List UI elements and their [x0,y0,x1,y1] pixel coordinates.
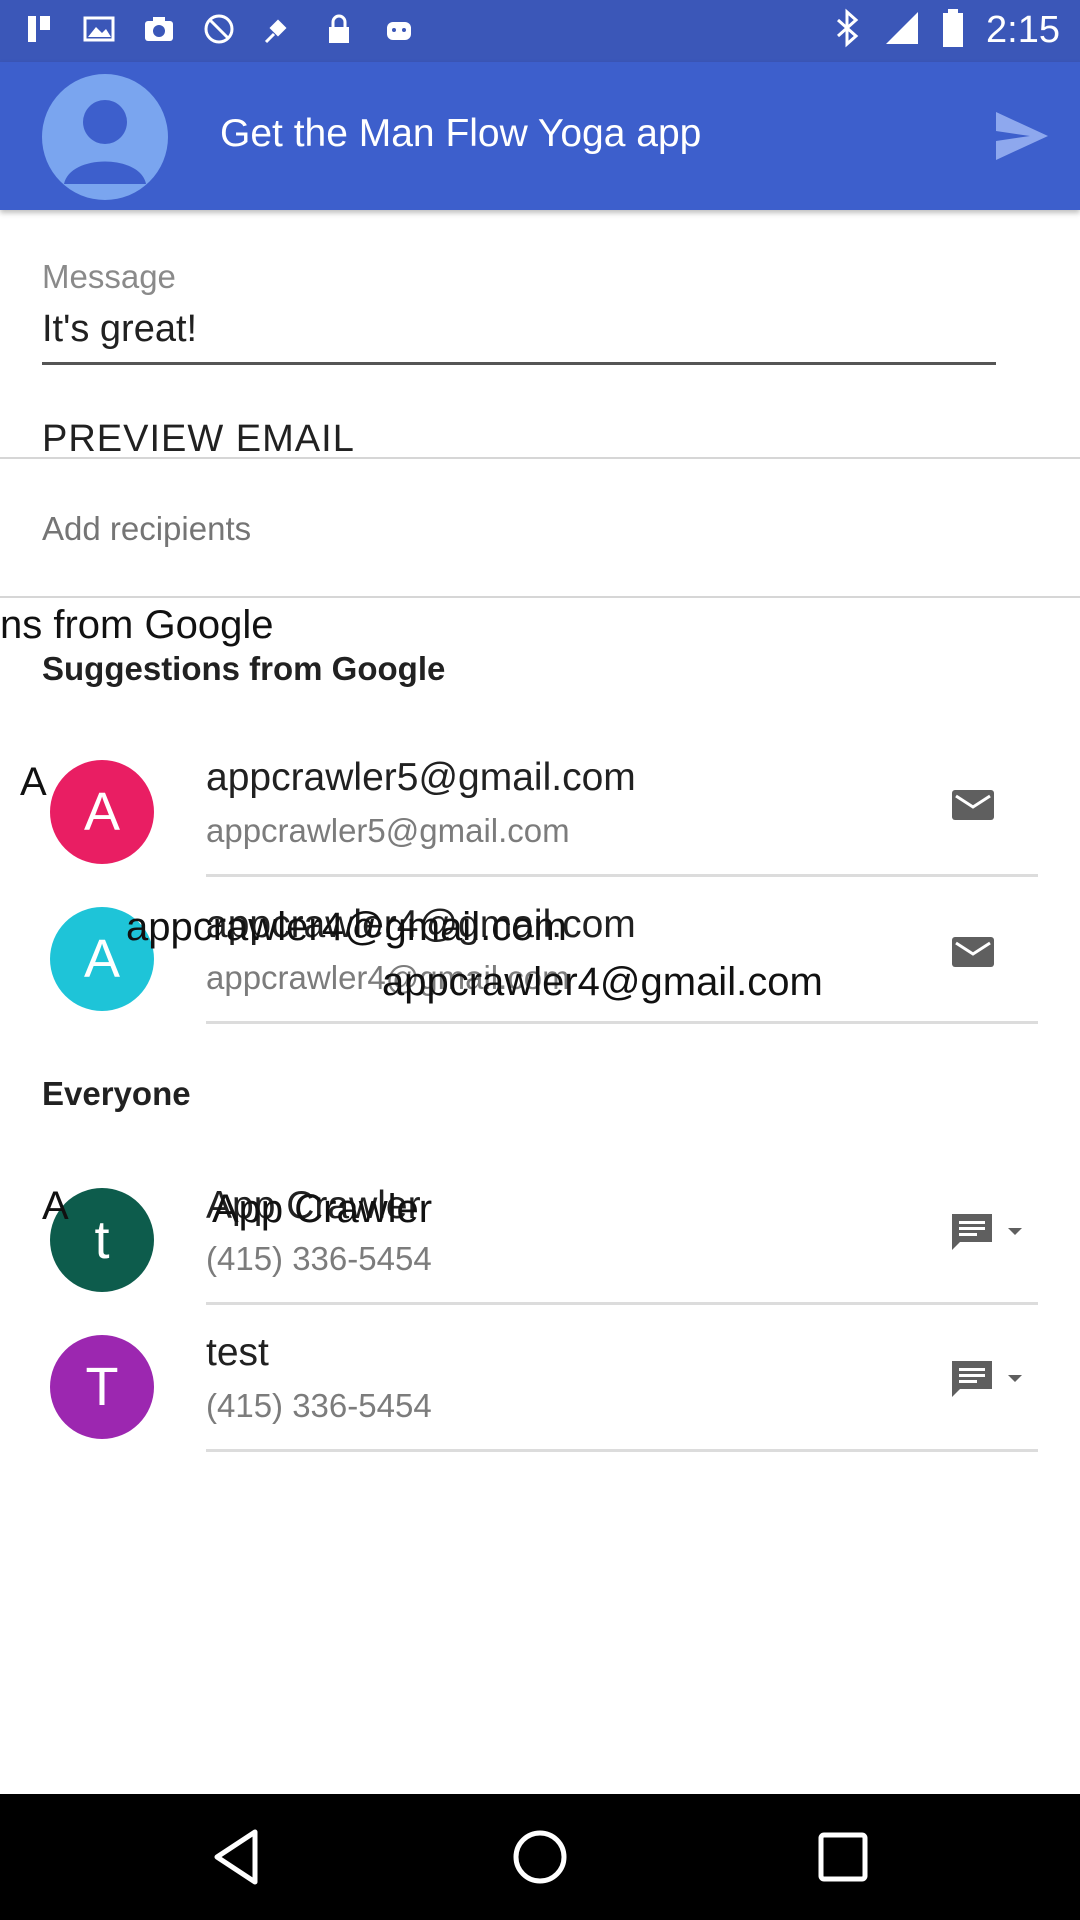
contact-phone: (415) 336-5454 [206,1240,432,1277]
home-icon[interactable] [507,1824,573,1890]
ghost-email-text: appcrawler4@gmail.com [382,960,823,1004]
do-not-disturb-icon [202,12,236,46]
account-avatar-icon[interactable] [42,74,168,200]
ghost-email-text: appcrawler4@gmail.com [126,905,567,949]
status-icons [22,12,416,46]
everyone-header: Everyone [42,1075,191,1112]
divider [0,457,1080,459]
contact-email: appcrawler5@gmail.com [206,756,636,799]
app-bar: Get the Man Flow Yoga app [0,62,1080,210]
message-label: Message [42,258,176,295]
email-icon[interactable] [950,782,1000,828]
add-recipients-input[interactable] [42,510,942,548]
ghost-letter: A [42,1184,69,1228]
ghost-name-text: App Crawler [212,1187,433,1231]
divider [206,1021,1038,1024]
preview-email-button[interactable]: PREVIEW EMAIL [42,418,355,461]
navigation-bar [0,1794,1080,1920]
email-icon[interactable] [950,929,1000,975]
lock-icon [322,12,356,46]
send-icon[interactable] [992,108,1052,164]
contact-phone: (415) 336-5454 [206,1387,432,1424]
contact-name: test [206,1331,269,1374]
page-title: Get the Man Flow Yoga app [220,112,702,155]
recents-icon[interactable] [810,1824,876,1890]
message-dropdown-icon[interactable] [950,1210,1030,1256]
divider [206,1449,1038,1452]
battery-icon [942,9,964,52]
avatar: A [50,760,154,864]
list-item-contact[interactable]: T test (415) 336-5454 [0,1305,1080,1452]
back-icon[interactable] [205,1824,271,1890]
list-item-suggestion[interactable]: A appcrawler5@gmail.com appcrawler5@gmai… [0,730,1080,877]
status-bar: 2:15 [0,0,1080,62]
divider [0,596,1080,598]
list-item-contact[interactable]: t App Crawler (415) 336-5454 [0,1158,1080,1305]
suggestions-header: Suggestions from Google [42,650,446,687]
message-underline [42,362,996,365]
camera-icon [142,12,176,46]
status-right: 2:15 [832,8,1060,53]
status-time: 2:15 [986,9,1060,51]
android-icon [382,12,416,46]
image-icon [82,12,116,46]
message-dropdown-icon[interactable] [950,1357,1030,1403]
fake-gps-icon [262,12,296,46]
avatar: T [50,1335,154,1439]
message-input[interactable]: It's great! [42,308,197,351]
ghost-letter: A [20,760,47,804]
signal-icon [884,10,920,51]
bluetooth-icon [832,8,862,53]
contact-detail: appcrawler5@gmail.com [206,812,570,849]
notification-icon [22,12,56,46]
suggestions-ghost-text: ns from Google [0,603,274,647]
